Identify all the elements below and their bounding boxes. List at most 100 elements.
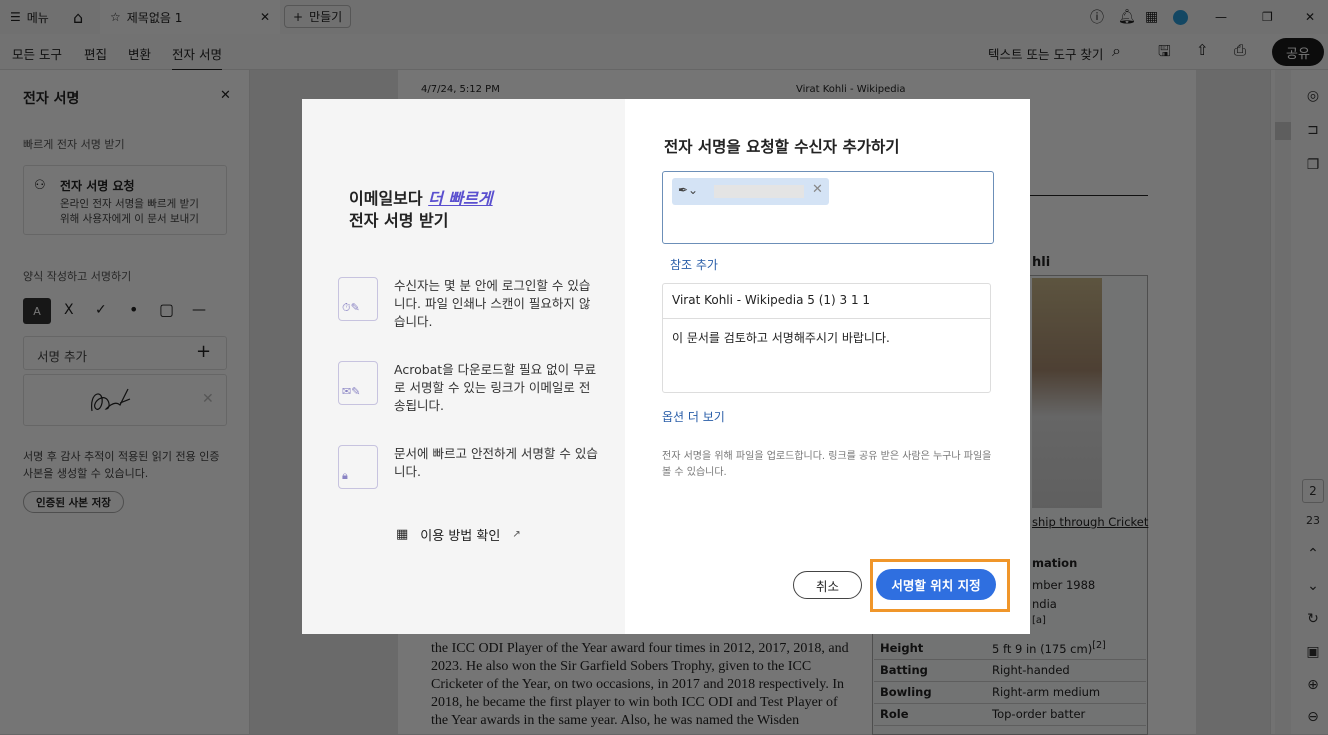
tab-e-sign[interactable]: 전자 서명	[172, 44, 222, 71]
cross-tool[interactable]: X	[64, 302, 74, 318]
request-desc: 온라인 전자 서명을 빠르게 받기	[60, 196, 199, 211]
table-row: BattingRight-handed	[874, 659, 1146, 681]
reference-link[interactable]: [2]	[1092, 640, 1106, 651]
rotate-icon[interactable]: ↻	[1302, 611, 1324, 627]
tab-edit[interactable]: 편집	[84, 44, 107, 63]
save-certified-button[interactable]: 인증된 사본 저장	[23, 491, 124, 513]
tab-all-tools[interactable]: 모든 도구	[12, 44, 62, 63]
table-row: BowlingRight-arm medium	[874, 681, 1146, 703]
recipient-email-redacted	[714, 185, 804, 198]
plus-icon: +	[293, 10, 303, 24]
e-sign-panel: 전자 서명 ✕ 빠르게 전자 서명 받기 ⚇ 전자 서명 요청 온라인 전자 서…	[0, 70, 250, 734]
next-page-icon[interactable]: ⌄	[1302, 578, 1324, 594]
reference-link[interactable]: [a]	[1032, 615, 1046, 626]
born-place: ndia	[1032, 597, 1057, 611]
upload-cloud-icon[interactable]: ⇧	[1196, 41, 1209, 59]
hamburger-icon: ☰	[10, 10, 21, 24]
feature-text: 문서에 빠르고 안전하게 서명할 수 있습니다.	[394, 445, 598, 489]
restore-icon[interactable]: ❐	[1262, 0, 1273, 34]
recipient-chip[interactable]: ✒⌄ ✕	[672, 178, 829, 205]
close-panel-icon[interactable]: ✕	[220, 88, 231, 103]
text-field-tool[interactable]: A	[23, 298, 51, 324]
print-icon[interactable]: ⎙	[1234, 41, 1246, 59]
prev-page-icon[interactable]: ⌃	[1302, 546, 1324, 562]
comment-icon[interactable]: ◎	[1302, 88, 1324, 104]
section-quick-sign: 빠르게 전자 서명 받기	[23, 136, 125, 152]
share-button[interactable]: 공유	[1272, 38, 1324, 66]
tab-convert[interactable]: 변환	[128, 44, 151, 63]
external-link-icon: ↗	[512, 529, 520, 540]
feature-item: ✉✎Acrobat을 다운로드할 필요 없이 무료로 서명할 수 있는 링크가 …	[338, 361, 598, 415]
recipient-input[interactable]: ✒⌄ ✕	[662, 171, 994, 244]
feature-item: ⏱✎수신자는 몇 분 안에 로그인할 수 있습니다. 파일 인쇄나 스캔이 필요…	[338, 277, 598, 331]
help-icon[interactable]: ⓘ	[1090, 0, 1104, 34]
close-tab-icon[interactable]: ✕	[260, 10, 270, 24]
cancel-button[interactable]: 취소	[793, 571, 862, 599]
vertical-scrollbar[interactable]	[1275, 70, 1291, 734]
search-icon[interactable]: ⌕	[1112, 41, 1121, 61]
body-line: Cricketer of the Year, on two occasions,…	[431, 676, 861, 694]
info-headline: 이메일보다 더 빠르게전자 서명 받기	[349, 188, 493, 232]
how-to-label: 이용 방법 확인	[420, 525, 500, 544]
photo-caption[interactable]: ship through Cricket	[1032, 515, 1148, 529]
zoom-out-icon[interactable]: ⊖	[1302, 709, 1324, 725]
specify-signature-location-button[interactable]: 서명할 위치 지정	[876, 569, 996, 600]
avatar[interactable]	[1173, 10, 1188, 25]
dialog-title: 전자 서명을 요청할 수신자 추가하기	[664, 135, 900, 157]
saved-signature[interactable]: ✕	[23, 374, 227, 426]
zoom-in-icon[interactable]: ⊕	[1302, 677, 1324, 693]
row-label: Batting	[874, 659, 986, 681]
subject-field[interactable]: Virat Kohli - Wikipedia 5 (1) 3 1 1	[663, 284, 990, 319]
document-tab[interactable]: ☆제목없음 1✕	[100, 0, 280, 34]
bookmark-icon[interactable]: ⊐	[1302, 122, 1324, 138]
check-tool[interactable]: ✓	[95, 302, 107, 318]
dot-tool[interactable]: •	[129, 300, 138, 319]
menu-label: 메뉴	[27, 9, 49, 26]
bell-icon[interactable]: 🔔︎	[1118, 0, 1136, 34]
row-label: Bowling	[874, 681, 986, 703]
home-icon[interactable]: ⌂	[73, 0, 83, 34]
more-options-link[interactable]: 옵션 더 보기	[662, 408, 725, 425]
line-tool[interactable]: —	[192, 302, 206, 318]
panel-title: 전자 서명	[23, 88, 79, 108]
people-icon: ⚇	[34, 178, 46, 193]
headline-text: 이메일보다	[349, 189, 428, 208]
rectangle-tool[interactable]: ▢	[159, 300, 174, 319]
apps-grid-icon[interactable]: ▦	[1145, 0, 1158, 34]
page-total: 23	[1302, 514, 1324, 527]
close-window-icon[interactable]: ✕	[1305, 0, 1315, 34]
pages-icon[interactable]: ❐	[1302, 157, 1324, 173]
how-to-link[interactable]: ▦ 이용 방법 확인 ↗	[396, 525, 521, 544]
title-bar: ☰ 메뉴 ⌂ ☆제목없음 1✕ + 만들기 ⓘ 🔔︎ ▦ — ❐ ✕	[0, 0, 1328, 34]
body-line: 2018, he became the first player to win …	[431, 694, 861, 712]
menu-button[interactable]: ☰ 메뉴	[10, 0, 49, 34]
row-value: Right-arm medium	[986, 681, 1146, 703]
row-value: Right-handed	[986, 659, 1146, 681]
infobox-title: hli	[1032, 255, 1050, 270]
row-value: Top-order batter	[986, 703, 1146, 725]
message-field[interactable]: 이 문서를 검토하고 서명해주시기 바랍니다.	[663, 319, 990, 393]
add-cc-link[interactable]: 참조 추가	[670, 256, 718, 273]
toolbar: 모든 도구 편집 변환 전자 서명 텍스트 또는 도구 찾기 ⌕ 🖫 ⇧ ⎙ 공…	[0, 34, 1328, 70]
feature-item: 🔒︎문서에 빠르고 안전하게 서명할 수 있습니다.	[338, 445, 598, 489]
star-icon[interactable]: ☆	[110, 10, 121, 24]
search-tools[interactable]: 텍스트 또는 도구 찾기	[988, 44, 1103, 63]
delete-signature-icon[interactable]: ✕	[202, 391, 214, 407]
create-button[interactable]: + 만들기	[284, 5, 351, 28]
save-icon[interactable]: 🖫	[1158, 41, 1171, 66]
minimize-icon[interactable]: —	[1215, 0, 1227, 34]
add-signature-button[interactable]: 서명 추가 +	[23, 336, 227, 370]
certified-note: 서명 후 감사 추적이 적용된 읽기 전용 인증 사본을 생성할 수 있습니다.	[23, 448, 228, 482]
article-body: the ICC ODI Player of the Year award fou…	[431, 640, 861, 730]
body-line: the Year awards in the same year. Also, …	[431, 712, 861, 730]
request-signature-card[interactable]: ⚇ 전자 서명 요청 온라인 전자 서명을 빠르게 받기 위해 사용자에게 이 …	[23, 165, 227, 235]
signer-role-icon[interactable]: ✒⌄	[678, 183, 698, 197]
headline-emphasis: 더 빠르게	[428, 189, 492, 208]
fit-page-icon[interactable]: ▣	[1302, 644, 1324, 660]
create-label: 만들기	[309, 8, 342, 25]
remove-recipient-icon[interactable]: ✕	[812, 182, 823, 197]
page-number-input[interactable]: 2	[1302, 479, 1324, 503]
body-line: 2023. He also won the Sir Garfield Sober…	[431, 658, 861, 676]
row-value: 5 ft 9 in (175 cm)	[992, 642, 1092, 656]
video-icon: ▦	[396, 527, 408, 542]
